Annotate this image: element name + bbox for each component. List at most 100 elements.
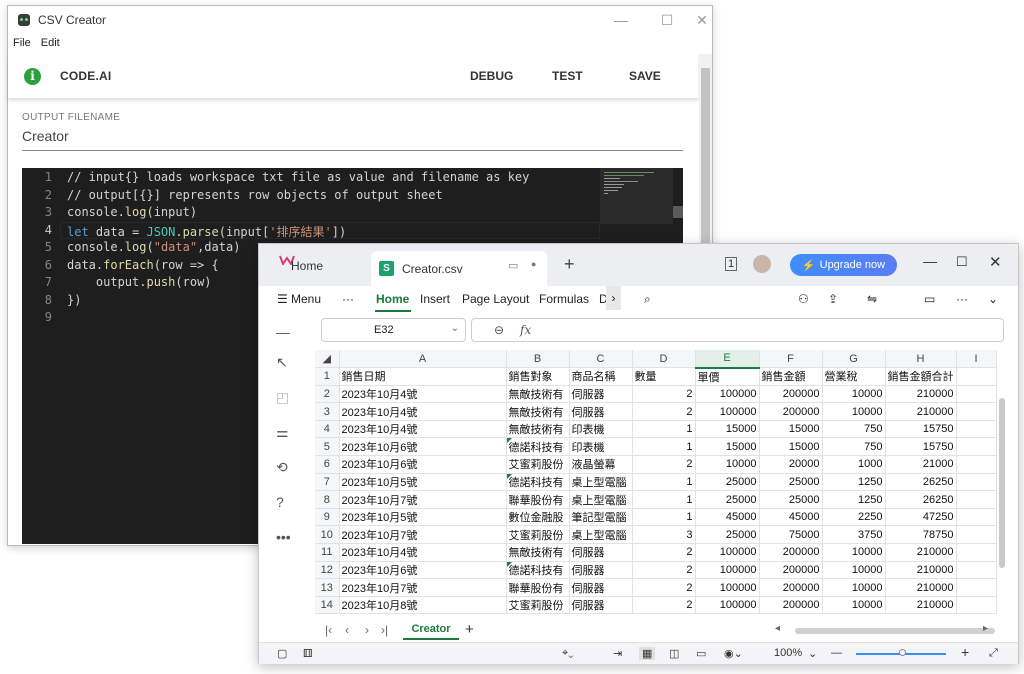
grid-cell[interactable]: 2 xyxy=(632,402,696,421)
grid-cell[interactable]: 2023年10月6號 xyxy=(339,455,507,474)
grid-cell[interactable]: 商品名稱 xyxy=(569,367,633,386)
grid-cell[interactable]: 銷售金額 xyxy=(759,367,823,386)
grid-cell[interactable]: 10000 xyxy=(695,455,760,474)
page-break-view-icon[interactable]: ◫ xyxy=(669,647,679,660)
add-sheet-button[interactable]: + xyxy=(465,621,474,638)
grid-cell[interactable]: 數量 xyxy=(632,367,696,386)
grid-cell[interactable]: 銷售對象 xyxy=(506,367,570,386)
grid-cell[interactable]: 單價 xyxy=(695,367,760,386)
grid-cell[interactable]: 2023年10月5號 xyxy=(339,473,507,492)
ribbon-tab-formulas[interactable]: Formulas xyxy=(539,292,589,306)
grid-cell[interactable]: 無敵技術有 xyxy=(506,543,570,562)
page-icon[interactable]: ▢ xyxy=(277,647,287,660)
grid-cell[interactable]: 750 xyxy=(822,437,886,457)
grid-cell[interactable]: 210000 xyxy=(885,402,957,421)
grid-cell[interactable]: 100000 xyxy=(695,402,760,421)
grid-cell[interactable] xyxy=(956,578,997,597)
grid-cell[interactable]: 2023年10月7號 xyxy=(339,525,507,545)
grid-cell[interactable]: 2 xyxy=(632,578,696,597)
chevron-down-icon[interactable]: ⌄ xyxy=(451,323,459,334)
grid-cell[interactable]: 47250 xyxy=(885,508,957,527)
row-header[interactable]: 12 xyxy=(315,561,340,580)
grid-cell[interactable] xyxy=(956,561,997,580)
column-header[interactable]: G xyxy=(822,350,886,369)
grid-cell[interactable]: 銷售日期 xyxy=(339,367,507,386)
ribbon-tab-home[interactable]: Home xyxy=(376,292,409,306)
grid-cell[interactable]: 200000 xyxy=(759,543,823,562)
grid-cell[interactable] xyxy=(956,525,997,545)
column-header[interactable]: I xyxy=(956,350,997,369)
export-sheet-icon[interactable]: ⇥ xyxy=(613,647,622,660)
grid-cell[interactable]: 印表機 xyxy=(569,437,633,457)
test-button[interactable]: TEST xyxy=(552,69,583,83)
grid-cell[interactable]: 10000 xyxy=(822,578,886,597)
grid-cell[interactable]: 1 xyxy=(632,508,696,527)
grid-cell[interactable]: 1000 xyxy=(822,455,886,474)
select-cursor-icon[interactable]: ↖ xyxy=(276,354,288,371)
grid-cell[interactable]: 26250 xyxy=(885,473,957,492)
row-header[interactable]: 8 xyxy=(315,490,340,509)
cell-style-icon[interactable]: ⌖⌄ xyxy=(562,647,573,660)
minimize-button[interactable]: — xyxy=(923,253,937,269)
grid-cell[interactable]: 21000 xyxy=(885,455,957,474)
grid-cell[interactable] xyxy=(956,455,997,474)
select-all-corner[interactable]: ◢ xyxy=(315,350,340,369)
row-header[interactable]: 5 xyxy=(315,437,340,457)
grid-cell[interactable]: 2 xyxy=(632,543,696,562)
first-sheet-button[interactable]: |‹ xyxy=(325,623,332,637)
formula-input[interactable]: ⊖ fx xyxy=(471,318,1004,342)
name-box[interactable]: E32 ⌄ xyxy=(321,318,466,342)
grid-cell[interactable]: 印表機 xyxy=(569,420,633,439)
column-header[interactable]: F xyxy=(759,350,823,369)
grid-cell[interactable]: 2 xyxy=(632,455,696,474)
avatar[interactable] xyxy=(753,255,771,273)
grid-cell[interactable]: 2023年10月6號 xyxy=(339,561,507,580)
debug-button[interactable]: DEBUG xyxy=(470,69,513,83)
grid-cell[interactable]: 45000 xyxy=(759,508,823,527)
grid-cell[interactable]: 10000 xyxy=(822,402,886,421)
collapse-ribbon-icon[interactable]: ⌄ xyxy=(988,292,998,306)
grid-cell[interactable] xyxy=(956,367,997,386)
grid-cell[interactable]: 2 xyxy=(632,385,696,404)
grid-cell[interactable]: 2023年10月4號 xyxy=(339,543,507,562)
grid-cell[interactable]: 2250 xyxy=(822,508,886,527)
row-header[interactable]: 1 xyxy=(315,367,340,386)
grid-cell[interactable]: 10000 xyxy=(822,543,886,562)
grid-cell[interactable]: 無敵技術有 xyxy=(506,420,570,439)
settings-sliders-icon[interactable]: ⚌ xyxy=(276,424,289,441)
grid-cell[interactable]: 2 xyxy=(632,596,696,615)
grid-cell[interactable]: 200000 xyxy=(759,561,823,580)
grid-cell[interactable]: 25000 xyxy=(695,490,760,509)
grid-cell[interactable]: 3 xyxy=(632,525,696,545)
grid-cell[interactable]: 2023年10月6號 xyxy=(339,437,507,457)
next-sheet-button[interactable]: › xyxy=(365,623,369,637)
minimize-button[interactable]: — xyxy=(598,6,644,34)
grid-cell[interactable]: 聯華股份有 xyxy=(506,490,570,509)
grid-cell[interactable] xyxy=(956,490,997,509)
grid-cell[interactable]: 伺服器 xyxy=(569,596,633,615)
grid-cell[interactable]: 1250 xyxy=(822,473,886,492)
grid-cell[interactable]: 210000 xyxy=(885,543,957,562)
grid-cell[interactable]: 20000 xyxy=(759,455,823,474)
grid-cell[interactable]: 德諾科技有 xyxy=(506,561,570,580)
grid-cell[interactable]: 艾蜜莉股份 xyxy=(506,596,570,615)
grid-cell[interactable]: 200000 xyxy=(759,402,823,421)
spreadsheet-grid[interactable]: ◢ A B C D E F G H I 1 銷售日期 銷售對象 商品名稱 數量 單價 銷售金… xyxy=(315,350,997,616)
grid-cell[interactable]: 2023年10月8號 xyxy=(339,596,507,615)
grid-cell[interactable]: 26250 xyxy=(885,490,957,509)
grid-cell[interactable]: 1250 xyxy=(822,490,886,509)
column-header[interactable]: H xyxy=(885,350,957,369)
more-options-icon[interactable]: ··· xyxy=(956,292,968,306)
grid-cell[interactable]: 10000 xyxy=(822,596,886,615)
grid-cell[interactable]: 10000 xyxy=(822,561,886,580)
new-tab-button[interactable]: + xyxy=(564,254,575,275)
close-button[interactable]: ✕ xyxy=(989,253,1002,271)
prev-sheet-button[interactable]: ‹ xyxy=(345,623,349,637)
column-header[interactable]: D xyxy=(632,350,696,369)
code-minimap[interactable] xyxy=(600,168,673,224)
monitor-icon[interactable]: ▭ xyxy=(508,259,518,272)
grid-cell[interactable]: 液晶螢幕 xyxy=(569,455,633,474)
grid-cell[interactable]: 15000 xyxy=(759,437,823,457)
grid-cell[interactable]: 210000 xyxy=(885,385,957,404)
maximize-button[interactable]: ☐ xyxy=(956,254,968,270)
